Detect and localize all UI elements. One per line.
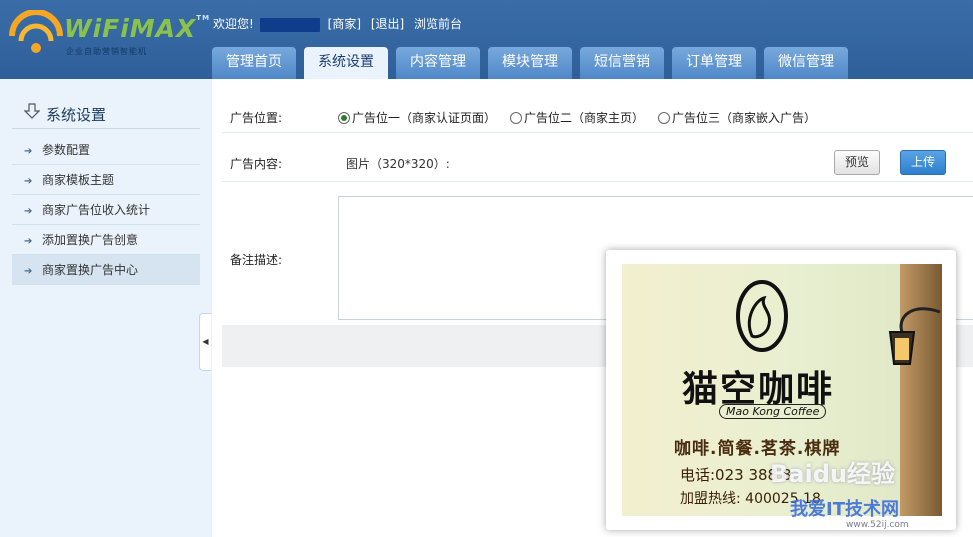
wifimax-logo[interactable]: WiFiMAXTM 企业自助营销智能机 <box>8 10 209 60</box>
wifi-logo-icon <box>9 10 63 53</box>
note-label: 备注描述: <box>230 253 283 267</box>
arrow-right-icon: ➔ <box>24 266 33 277</box>
merchant-link[interactable]: [商家] <box>328 17 361 31</box>
cat-logo-icon <box>736 280 788 352</box>
baidu-watermark: Baidu经验 <box>770 460 895 488</box>
sidebar-item-label: 商家置换广告中心 <box>42 263 139 277</box>
sidebar-menu: ➔ 参数配置 ➔ 商家模板主题 ➔ 商家广告位收入统计 ➔ 添加置换广告创意 ➔ 商家置换… <box>12 135 200 285</box>
tab-content-management[interactable]: 内容管理 <box>396 47 480 79</box>
ad-position-label: 广告位置: <box>230 111 283 125</box>
sidebar-item-ad-exchange-center[interactable]: ➔ 商家置换广告中心 <box>12 255 200 285</box>
sidebar-item-template-theme[interactable]: ➔ 商家模板主题 <box>12 165 200 195</box>
site-url-watermark: www.52ij.com <box>846 520 909 530</box>
tab-admin-home[interactable]: 管理首页 <box>212 47 296 79</box>
upload-button[interactable]: 上传 <box>900 150 946 175</box>
triangle-left-icon: ◀ <box>202 337 209 346</box>
redacted-username <box>259 17 320 32</box>
sidebar: 系统设置 ➔ 参数配置 ➔ 商家模板主题 ➔ 商家广告位收入统计 ➔ 添加置换广告创意 … <box>0 79 212 537</box>
sidebar-item-label: 添加置换广告创意 <box>42 233 139 247</box>
sidebar-item-label: 商家模板主题 <box>42 173 115 187</box>
tab-wechat-management[interactable]: 微信管理 <box>764 47 848 79</box>
sidebar-item-label: 参数配置 <box>42 143 91 157</box>
browse-frontend-link[interactable]: 浏览前台 <box>414 17 462 31</box>
tab-sms-marketing[interactable]: 短信营销 <box>580 47 664 79</box>
arrow-right-icon: ➔ <box>24 206 33 217</box>
radio-ad-position-1[interactable]: 广告位一（商家认证页面） <box>338 109 496 126</box>
sidebar-item-parameter-config[interactable]: ➔ 参数配置 <box>12 135 200 165</box>
wall-lamp-icon <box>888 307 941 365</box>
sidebar-title: 系统设置 <box>46 106 107 124</box>
logo-subtitle: 企业自助营销智能机 <box>66 47 147 56</box>
arrow-right-icon: ➔ <box>24 236 33 247</box>
image-size-hint: 图片（320*320）: <box>346 157 450 171</box>
top-header: WiFiMAXTM 企业自助营销智能机 欢迎您! [商家] [退出] 浏览前台 … <box>0 0 973 79</box>
sidebar-item-ad-income-stats[interactable]: ➔ 商家广告位收入统计 <box>12 195 200 225</box>
sidebar-header: 系统设置 <box>12 93 200 129</box>
tab-module-management[interactable]: 模块管理 <box>488 47 572 79</box>
down-arrow-icon <box>24 103 40 119</box>
radio-checked-icon <box>338 111 350 124</box>
sidebar-collapse-handle[interactable]: ◀ <box>199 313 211 371</box>
preview-button[interactable]: 预览 <box>834 150 880 175</box>
ad-position-radio-group: 广告位一（商家认证页面） 广告位二（商家主页） 广告位三（商家嵌入广告） <box>338 109 830 126</box>
logo-wordmark: WiFiMAXTM <box>64 14 211 43</box>
sidebar-item-add-ad-creative[interactable]: ➔ 添加置换广告创意 <box>12 225 200 255</box>
ad-english-name: Mao Kong Coffee <box>719 404 827 419</box>
radio-unchecked-icon <box>510 111 523 124</box>
logout-link[interactable]: [退出] <box>371 17 404 31</box>
site-watermark: 我爱IT技术网 <box>790 499 899 520</box>
radio-unchecked-icon <box>658 111 671 124</box>
arrow-right-icon: ➔ <box>24 176 33 187</box>
arrow-right-icon: ➔ <box>24 146 33 157</box>
tab-order-management[interactable]: 订单管理 <box>672 47 756 79</box>
tab-system-settings[interactable]: 系统设置 <box>304 47 388 79</box>
ad-content-label: 广告内容: <box>230 157 283 171</box>
sidebar-item-label: 商家广告位收入统计 <box>42 203 151 217</box>
welcome-text: 欢迎您! <box>213 17 254 31</box>
main-nav: 管理首页 系统设置 内容管理 模块管理 短信营销 订单管理 微信管理 <box>212 47 856 79</box>
radio-ad-position-3[interactable]: 广告位三（商家嵌入广告） <box>658 109 816 126</box>
user-bar: 欢迎您! [商家] [退出] 浏览前台 <box>213 15 468 32</box>
radio-ad-position-2[interactable]: 广告位二（商家主页） <box>510 109 644 126</box>
